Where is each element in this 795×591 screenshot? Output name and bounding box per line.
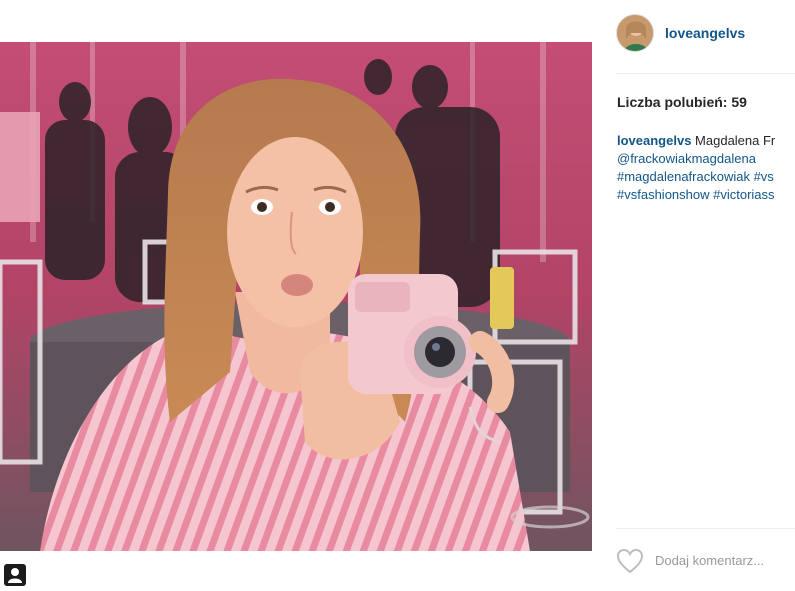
person-tag-icon[interactable] <box>4 564 26 586</box>
caption-mention[interactable]: @frackowiakmagdalena <box>617 150 795 168</box>
photo-illustration <box>0 42 592 551</box>
add-comment-input[interactable]: Dodaj komentarz... <box>655 553 764 568</box>
heart-icon[interactable] <box>616 548 644 574</box>
post-header: loveangelvs <box>616 14 795 54</box>
divider <box>616 528 795 529</box>
likes-count[interactable]: Liczba polubień: 59 <box>617 94 747 110</box>
caption-username[interactable]: loveangelvs <box>617 133 691 148</box>
post-actions: Dodaj komentarz... <box>616 546 795 576</box>
avatar[interactable] <box>616 14 654 52</box>
caption-hashtags-2[interactable]: #vsfashionshow #victoriass <box>617 186 795 204</box>
caption: loveangelvs Magdalena Fr @frackowiakmagd… <box>617 132 795 204</box>
caption-hashtags-1[interactable]: #magdalenafrackowiak #vs <box>617 168 795 186</box>
caption-text: Magdalena Fr <box>691 133 776 148</box>
username-link[interactable]: loveangelvs <box>665 25 745 41</box>
post-photo[interactable] <box>0 42 592 551</box>
divider <box>616 73 795 74</box>
